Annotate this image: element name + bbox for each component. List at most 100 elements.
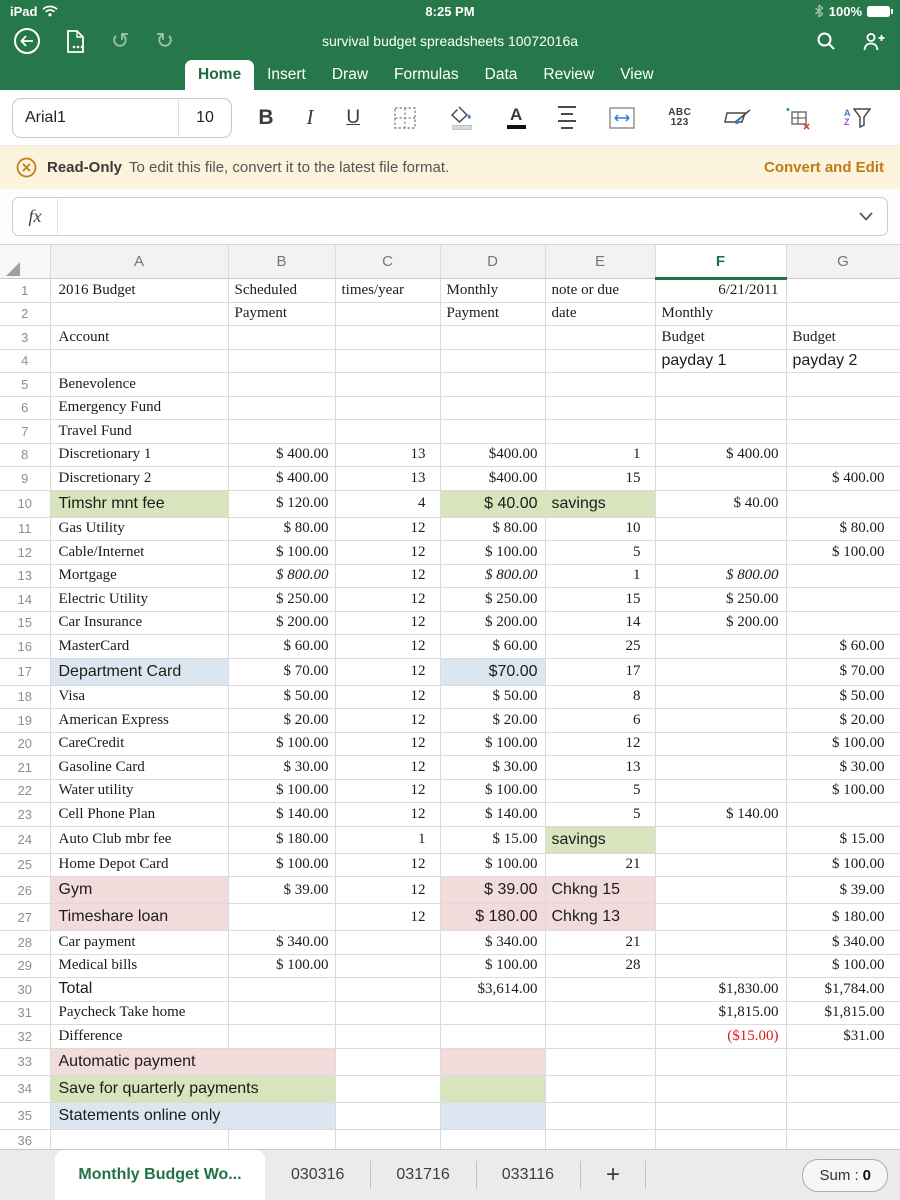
cell-F4[interactable]: payday 1 — [655, 349, 786, 373]
cell-F3[interactable]: Budget — [655, 326, 786, 350]
cell-B22[interactable]: $ 100.00 — [228, 779, 335, 803]
font-size-value[interactable]: 10 — [178, 100, 231, 136]
cell-G15[interactable] — [786, 611, 900, 635]
row-header-23[interactable]: 23 — [0, 803, 50, 827]
cell-C9[interactable]: 13 — [335, 467, 440, 491]
bold-button[interactable]: B — [258, 106, 273, 130]
cell-B6[interactable] — [228, 396, 335, 420]
row-header-15[interactable]: 15 — [0, 611, 50, 635]
cell-D33[interactable] — [440, 1048, 545, 1075]
cell-F34[interactable] — [655, 1075, 786, 1102]
cell-F30[interactable]: $1,830.00 — [655, 978, 786, 1002]
cell-F24[interactable] — [655, 826, 786, 853]
row-header-34[interactable]: 34 — [0, 1075, 50, 1102]
select-all-corner[interactable] — [0, 245, 50, 279]
cell-A22[interactable]: Water utility — [50, 779, 228, 803]
cell-B13[interactable]: $ 800.00 — [228, 564, 335, 588]
cell-C27[interactable]: 12 — [335, 904, 440, 931]
sheet-tab-033116[interactable]: 033116 — [476, 1150, 580, 1200]
cell-D15[interactable]: $ 200.00 — [440, 611, 545, 635]
row-header-27[interactable]: 27 — [0, 904, 50, 931]
row-header-19[interactable]: 19 — [0, 709, 50, 733]
sum-indicator[interactable]: Sum :0 — [802, 1159, 888, 1192]
cell-G18[interactable]: $ 50.00 — [786, 685, 900, 709]
cell-C22[interactable]: 12 — [335, 779, 440, 803]
cell-B21[interactable]: $ 30.00 — [228, 756, 335, 780]
cell-F14[interactable]: $ 250.00 — [655, 588, 786, 612]
cell-E18[interactable]: 8 — [545, 685, 655, 709]
cell-E25[interactable]: 21 — [545, 853, 655, 877]
cell-B14[interactable]: $ 250.00 — [228, 588, 335, 612]
cell-F36[interactable] — [655, 1129, 786, 1149]
cell-D18[interactable]: $ 50.00 — [440, 685, 545, 709]
row-header-8[interactable]: 8 — [0, 443, 50, 467]
cell-D12[interactable]: $ 100.00 — [440, 541, 545, 565]
row-header-18[interactable]: 18 — [0, 685, 50, 709]
cell-A17[interactable]: Department Card — [50, 658, 228, 685]
cell-C29[interactable] — [335, 954, 440, 978]
cell-D10[interactable]: $ 40.00 — [440, 490, 545, 517]
cell-D32[interactable] — [440, 1025, 545, 1049]
cell-D21[interactable]: $ 30.00 — [440, 756, 545, 780]
cell-E34[interactable] — [545, 1075, 655, 1102]
row-header-22[interactable]: 22 — [0, 779, 50, 803]
merge-cells-button[interactable] — [609, 107, 635, 129]
cell-G10[interactable] — [786, 490, 900, 517]
cell-D22[interactable]: $ 100.00 — [440, 779, 545, 803]
sheet-tab-031716[interactable]: 031716 — [370, 1150, 475, 1200]
cell-E36[interactable] — [545, 1129, 655, 1149]
row-header-32[interactable]: 32 — [0, 1025, 50, 1049]
cell-C30[interactable] — [335, 978, 440, 1002]
cell-C14[interactable]: 12 — [335, 588, 440, 612]
cell-C7[interactable] — [335, 420, 440, 444]
cell-D30[interactable]: $3,614.00 — [440, 978, 545, 1002]
cell-E17[interactable]: 17 — [545, 658, 655, 685]
row-header-3[interactable]: 3 — [0, 326, 50, 350]
column-header-G[interactable]: G — [786, 245, 900, 279]
sheet-tab-monthly-budget-wo[interactable]: Monthly Budget Wo... — [55, 1150, 265, 1200]
cell-C31[interactable] — [335, 1001, 440, 1025]
row-header-17[interactable]: 17 — [0, 658, 50, 685]
cell-B3[interactable] — [228, 326, 335, 350]
cell-A32[interactable]: Difference — [50, 1025, 228, 1049]
cell-E33[interactable] — [545, 1048, 655, 1075]
cell-G11[interactable]: $ 80.00 — [786, 517, 900, 541]
cell-B15[interactable]: $ 200.00 — [228, 611, 335, 635]
underline-button[interactable]: U — [346, 107, 360, 129]
cell-F10[interactable]: $ 40.00 — [655, 490, 786, 517]
row-header-5[interactable]: 5 — [0, 373, 50, 397]
cell-A8[interactable]: Discretionary 1 — [50, 443, 228, 467]
cell-A21[interactable]: Gasoline Card — [50, 756, 228, 780]
cell-G22[interactable]: $ 100.00 — [786, 779, 900, 803]
sort-filter-button[interactable]: A Z — [844, 108, 872, 128]
row-header-11[interactable]: 11 — [0, 517, 50, 541]
cell-B9[interactable]: $ 400.00 — [228, 467, 335, 491]
cell-G24[interactable]: $ 15.00 — [786, 826, 900, 853]
cell-C5[interactable] — [335, 373, 440, 397]
cell-B20[interactable]: $ 100.00 — [228, 732, 335, 756]
cell-A26[interactable]: Gym — [50, 877, 228, 904]
cell-C13[interactable]: 12 — [335, 564, 440, 588]
cell-E12[interactable]: 5 — [545, 541, 655, 565]
cell-C24[interactable]: 1 — [335, 826, 440, 853]
cell-C10[interactable]: 4 — [335, 490, 440, 517]
font-picker[interactable]: Arial1 10 — [12, 98, 232, 138]
cell-G36[interactable] — [786, 1129, 900, 1149]
cell-C17[interactable]: 12 — [335, 658, 440, 685]
row-header-26[interactable]: 26 — [0, 877, 50, 904]
cell-D8[interactable]: $400.00 — [440, 443, 545, 467]
column-header-D[interactable]: D — [440, 245, 545, 279]
cell-D11[interactable]: $ 80.00 — [440, 517, 545, 541]
cell-C18[interactable]: 12 — [335, 685, 440, 709]
cell-D16[interactable]: $ 60.00 — [440, 635, 545, 659]
cell-B8[interactable]: $ 400.00 — [228, 443, 335, 467]
redo-button[interactable]: ↻ — [155, 30, 173, 52]
cell-F32[interactable]: ($15.00) — [655, 1025, 786, 1049]
cell-D26[interactable]: $ 39.00 — [440, 877, 545, 904]
cell-E13[interactable]: 1 — [545, 564, 655, 588]
cell-D4[interactable] — [440, 349, 545, 373]
share-people-button[interactable] — [862, 31, 886, 51]
column-header-F[interactable]: F — [655, 245, 786, 279]
cell-F21[interactable] — [655, 756, 786, 780]
cell-D20[interactable]: $ 100.00 — [440, 732, 545, 756]
